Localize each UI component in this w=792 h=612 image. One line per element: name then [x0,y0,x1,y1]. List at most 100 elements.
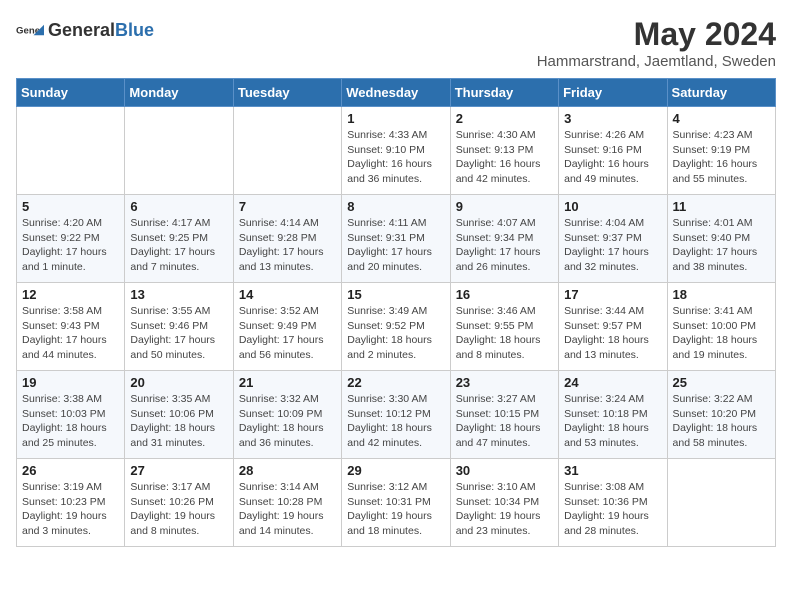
day-number: 17 [564,287,661,302]
day-info: Sunrise: 3:41 AM Sunset: 10:00 PM Daylig… [673,304,770,363]
day-number: 21 [239,375,336,390]
calendar-cell: 22 Sunrise: 3:30 AM Sunset: 10:12 PM Dayl… [342,371,450,459]
day-info: Sunrise: 3:52 AM Sunset: 9:49 PM Dayligh… [239,304,336,363]
day-info: Sunrise: 3:32 AM Sunset: 10:09 PM Daylig… [239,392,336,451]
day-info: Sunrise: 3:38 AM Sunset: 10:03 PM Daylig… [22,392,119,451]
day-number: 25 [673,375,770,390]
day-number: 1 [347,111,444,126]
day-info: Sunrise: 3:58 AM Sunset: 9:43 PM Dayligh… [22,304,119,363]
day-number: 20 [130,375,227,390]
day-number: 12 [22,287,119,302]
day-info: Sunrise: 3:19 AM Sunset: 10:23 PM Daylig… [22,480,119,539]
day-info: Sunrise: 3:14 AM Sunset: 10:28 PM Daylig… [239,480,336,539]
calendar-cell: 31 Sunrise: 3:08 AM Sunset: 10:36 PM Dayl… [559,459,667,547]
day-of-week-sunday: Sunday [17,79,125,107]
day-info: Sunrise: 4:23 AM Sunset: 9:19 PM Dayligh… [673,128,770,187]
day-number: 30 [456,463,553,478]
calendar-week-2: 5Sunrise: 4:20 AM Sunset: 9:22 PM Daylig… [17,195,776,283]
day-of-week-monday: Monday [125,79,233,107]
day-number: 26 [22,463,119,478]
day-info: Sunrise: 4:20 AM Sunset: 9:22 PM Dayligh… [22,216,119,275]
day-info: Sunrise: 3:22 AM Sunset: 10:20 PM Daylig… [673,392,770,451]
calendar-cell: 18 Sunrise: 3:41 AM Sunset: 10:00 PM Dayl… [667,283,775,371]
day-info: Sunrise: 4:07 AM Sunset: 9:34 PM Dayligh… [456,216,553,275]
calendar-cell [667,459,775,547]
title-area: May 2024 Hammarstrand, Jaemtland, Sweden [537,16,776,70]
day-number: 2 [456,111,553,126]
calendar-cell: 26 Sunrise: 3:19 AM Sunset: 10:23 PM Dayl… [17,459,125,547]
day-number: 29 [347,463,444,478]
day-of-week-friday: Friday [559,79,667,107]
day-number: 23 [456,375,553,390]
calendar-cell: 8Sunrise: 4:11 AM Sunset: 9:31 PM Daylig… [342,195,450,283]
calendar-cell: 1 Sunrise: 4:33 AM Sunset: 9:10 PM Daylig… [342,107,450,195]
calendar-cell: 25 Sunrise: 3:22 AM Sunset: 10:20 PM Dayl… [667,371,775,459]
day-info: Sunrise: 3:49 AM Sunset: 9:52 PM Dayligh… [347,304,444,363]
calendar-cell: 30 Sunrise: 3:10 AM Sunset: 10:34 PM Dayl… [450,459,558,547]
calendar-cell: 20 Sunrise: 3:35 AM Sunset: 10:06 PM Dayl… [125,371,233,459]
calendar-cell: 5Sunrise: 4:20 AM Sunset: 9:22 PM Daylig… [17,195,125,283]
day-number: 13 [130,287,227,302]
calendar-cell: 28 Sunrise: 3:14 AM Sunset: 10:28 PM Dayl… [233,459,341,547]
day-info: Sunrise: 4:33 AM Sunset: 9:10 PM Dayligh… [347,128,444,187]
calendar-cell: 24 Sunrise: 3:24 AM Sunset: 10:18 PM Dayl… [559,371,667,459]
day-info: Sunrise: 4:04 AM Sunset: 9:37 PM Dayligh… [564,216,661,275]
calendar-table: SundayMondayTuesdayWednesdayThursdayFrid… [16,78,776,547]
calendar-cell: 11Sunrise: 4:01 AM Sunset: 9:40 PM Dayli… [667,195,775,283]
calendar-cell: 29Sunrise: 3:12 AM Sunset: 10:31 PM Dayl… [342,459,450,547]
calendar-cell: 23 Sunrise: 3:27 AM Sunset: 10:15 PM Dayl… [450,371,558,459]
calendar-cell: 21 Sunrise: 3:32 AM Sunset: 10:09 PM Dayl… [233,371,341,459]
calendar-week-5: 26 Sunrise: 3:19 AM Sunset: 10:23 PM Dayl… [17,459,776,547]
day-info: Sunrise: 3:08 AM Sunset: 10:36 PM Daylig… [564,480,661,539]
day-info: Sunrise: 4:01 AM Sunset: 9:40 PM Dayligh… [673,216,770,275]
calendar-cell: 13 Sunrise: 3:55 AM Sunset: 9:46 PM Dayli… [125,283,233,371]
day-of-week-wednesday: Wednesday [342,79,450,107]
calendar-cell: 19Sunrise: 3:38 AM Sunset: 10:03 PM Dayl… [17,371,125,459]
day-info: Sunrise: 3:10 AM Sunset: 10:34 PM Daylig… [456,480,553,539]
day-info: Sunrise: 3:27 AM Sunset: 10:15 PM Daylig… [456,392,553,451]
day-of-week-thursday: Thursday [450,79,558,107]
calendar-cell: 3Sunrise: 4:26 AM Sunset: 9:16 PM Daylig… [559,107,667,195]
calendar-cell [233,107,341,195]
day-info: Sunrise: 4:11 AM Sunset: 9:31 PM Dayligh… [347,216,444,275]
day-info: Sunrise: 4:17 AM Sunset: 9:25 PM Dayligh… [130,216,227,275]
day-number: 18 [673,287,770,302]
day-number: 4 [673,111,770,126]
calendar-cell: 14 Sunrise: 3:52 AM Sunset: 9:49 PM Dayli… [233,283,341,371]
day-number: 24 [564,375,661,390]
day-number: 3 [564,111,661,126]
day-number: 14 [239,287,336,302]
day-info: Sunrise: 4:30 AM Sunset: 9:13 PM Dayligh… [456,128,553,187]
day-number: 22 [347,375,444,390]
day-info: Sunrise: 3:46 AM Sunset: 9:55 PM Dayligh… [456,304,553,363]
calendar-week-3: 12 Sunrise: 3:58 AM Sunset: 9:43 PM Dayli… [17,283,776,371]
day-info: Sunrise: 3:35 AM Sunset: 10:06 PM Daylig… [130,392,227,451]
page-header: General GeneralBlue May 2024 Hammarstran… [16,16,776,70]
logo-general-text: General [48,20,115,40]
calendar-cell [125,107,233,195]
day-number: 6 [130,199,227,214]
calendar-cell: 10Sunrise: 4:04 AM Sunset: 9:37 PM Dayli… [559,195,667,283]
day-number: 28 [239,463,336,478]
day-info: Sunrise: 4:14 AM Sunset: 9:28 PM Dayligh… [239,216,336,275]
calendar-cell: 16Sunrise: 3:46 AM Sunset: 9:55 PM Dayli… [450,283,558,371]
calendar-cell [17,107,125,195]
logo-blue-text: Blue [115,20,154,40]
calendar-cell: 15 Sunrise: 3:49 AM Sunset: 9:52 PM Dayli… [342,283,450,371]
calendar-cell: 12 Sunrise: 3:58 AM Sunset: 9:43 PM Dayli… [17,283,125,371]
day-number: 31 [564,463,661,478]
day-info: Sunrise: 3:24 AM Sunset: 10:18 PM Daylig… [564,392,661,451]
logo-icon: General [16,16,44,44]
day-number: 27 [130,463,227,478]
day-number: 15 [347,287,444,302]
calendar-week-1: 1 Sunrise: 4:33 AM Sunset: 9:10 PM Daylig… [17,107,776,195]
day-info: Sunrise: 3:55 AM Sunset: 9:46 PM Dayligh… [130,304,227,363]
calendar-week-4: 19Sunrise: 3:38 AM Sunset: 10:03 PM Dayl… [17,371,776,459]
day-info: Sunrise: 3:30 AM Sunset: 10:12 PM Daylig… [347,392,444,451]
day-number: 7 [239,199,336,214]
logo: General GeneralBlue [16,16,154,44]
calendar-cell: 2 Sunrise: 4:30 AM Sunset: 9:13 PM Daylig… [450,107,558,195]
calendar-cell: 6 Sunrise: 4:17 AM Sunset: 9:25 PM Daylig… [125,195,233,283]
calendar-header-row: SundayMondayTuesdayWednesdayThursdayFrid… [17,79,776,107]
calendar-cell: 27Sunrise: 3:17 AM Sunset: 10:26 PM Dayl… [125,459,233,547]
